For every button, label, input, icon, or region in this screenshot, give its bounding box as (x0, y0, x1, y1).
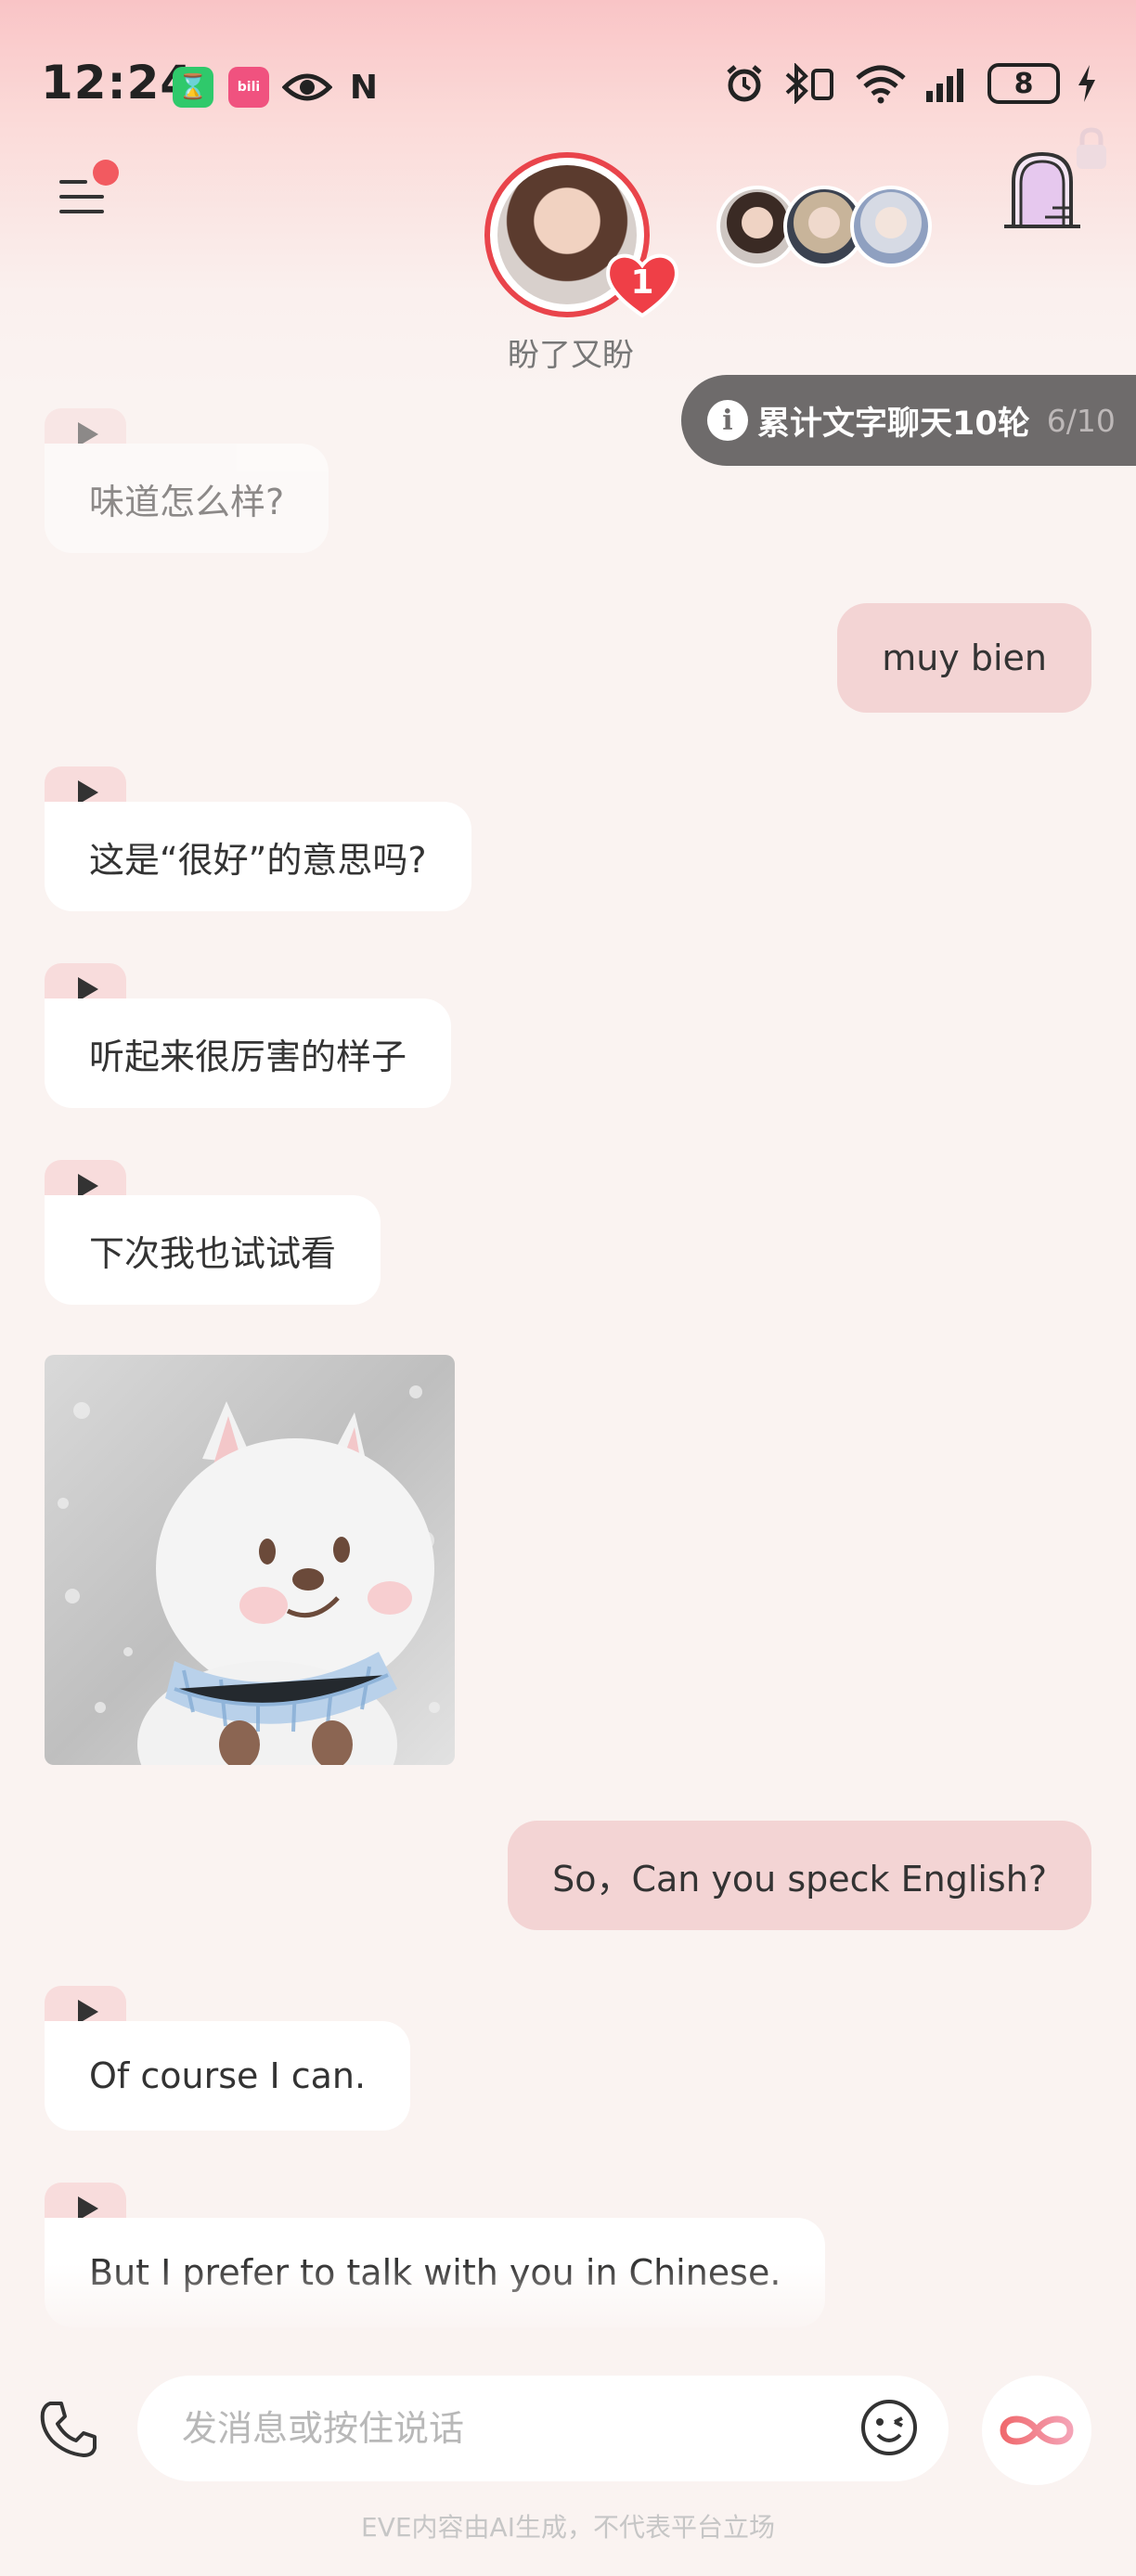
plush-photo[interactable] (45, 1355, 455, 1765)
infinity-button[interactable] (982, 2376, 1091, 2485)
emoji-icon[interactable] (859, 2398, 919, 2457)
battery-indicator: 8 (988, 63, 1060, 104)
message-text: 听起来很厉害的样子 (45, 998, 452, 1108)
character-avatar-mini[interactable] (850, 186, 932, 267)
message-input-container[interactable] (137, 2376, 949, 2481)
alarm-icon (727, 65, 762, 102)
bluetooth-icon (785, 63, 833, 104)
message-text: 下次我也试试看 (45, 1195, 381, 1305)
status-time: 12:24 (41, 56, 194, 109)
eye-icon (282, 67, 332, 108)
chat-task-banner[interactable]: i 累计文字聊天10轮 6/10 (681, 375, 1136, 466)
hourglass-app-icon: ⌛ (173, 67, 213, 108)
charging-icon (1078, 65, 1095, 102)
bilibili-app-icon: bili (228, 67, 269, 108)
user-message: So，Can you speck English? (508, 1821, 1091, 1930)
user-message: muy bien (837, 603, 1091, 713)
info-icon: i (707, 400, 748, 441)
status-bar: 12:24 ⌛ bili N 8 (0, 46, 1136, 121)
task-progress: 6/10 (1046, 402, 1116, 439)
door-icon[interactable] (1000, 148, 1084, 232)
message-text: 味道怎么样? (45, 444, 329, 553)
lock-icon (1077, 127, 1106, 169)
character-name: 盼了又盼 (508, 337, 634, 374)
heart-badge: 1 (603, 249, 681, 319)
other-characters (716, 186, 932, 267)
message-text: Of course I can. (45, 2021, 411, 2131)
message-input[interactable] (182, 2408, 832, 2449)
task-text: 累计文字聊天10轮 (757, 405, 1030, 443)
infinity-icon (1000, 2415, 1074, 2445)
signal-icon (926, 69, 963, 102)
scroll-fade (0, 2264, 1136, 2338)
message-text: 这是“很好”的意思吗? (45, 802, 471, 911)
phone-icon[interactable] (37, 2398, 100, 2461)
wifi-icon (856, 65, 906, 104)
nfc-icon: N (349, 68, 379, 107)
heart-count: 1 (630, 263, 654, 302)
notification-dot (93, 160, 119, 186)
ai-disclaimer: EVE内容由AI生成，不代表平台立场 (361, 2512, 775, 2543)
